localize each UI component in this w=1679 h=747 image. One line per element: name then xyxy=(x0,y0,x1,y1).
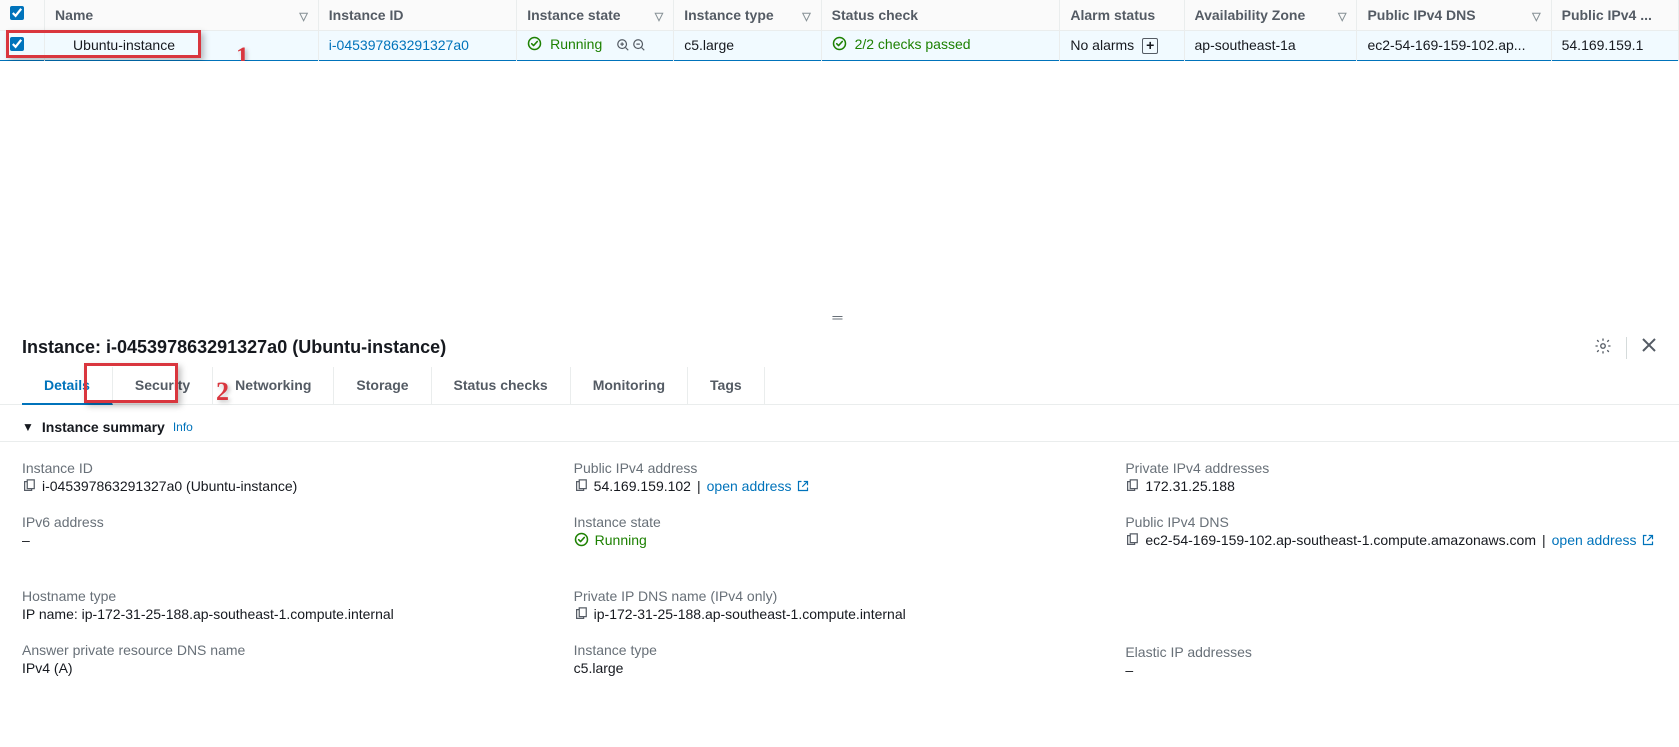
copy-icon[interactable] xyxy=(574,479,588,493)
label-ipv6: IPv6 address xyxy=(22,514,554,530)
filter-icon[interactable]: ▽ xyxy=(299,10,307,23)
divider xyxy=(1626,337,1627,359)
label-instance-type: Instance type xyxy=(574,642,1106,658)
caret-down-icon: ▼ xyxy=(22,420,34,434)
cell-az: ap-southeast-1a xyxy=(1184,30,1357,60)
col-status-check[interactable]: Status check xyxy=(821,0,1060,30)
filter-icon[interactable]: ▽ xyxy=(655,10,663,23)
cell-type: c5.large xyxy=(674,30,821,60)
cell-name: Ubuntu-instance xyxy=(45,30,319,60)
separator: | xyxy=(1542,532,1546,548)
filter-icon[interactable]: ▽ xyxy=(802,10,810,23)
tab-storage[interactable]: Storage xyxy=(334,367,431,404)
value-elastic-ip: – xyxy=(1125,662,1657,678)
zoom-out-icon[interactable] xyxy=(632,38,646,52)
tab-status-checks[interactable]: Status checks xyxy=(432,367,571,404)
tab-networking[interactable]: Networking xyxy=(213,367,334,404)
label-elastic-ip: Elastic IP addresses xyxy=(1125,644,1657,660)
state-actions[interactable] xyxy=(616,38,646,52)
open-address-link[interactable]: open address xyxy=(1552,532,1637,548)
panel-resize-handle[interactable]: ═ xyxy=(0,311,1679,323)
cell-state: Running xyxy=(517,30,674,60)
instances-table: Name▽ Instance ID Instance state▽ Instan… xyxy=(0,0,1679,61)
cell-instance-id[interactable]: i-045397863291327a0 xyxy=(318,30,516,60)
col-instance-id[interactable]: Instance ID xyxy=(318,0,516,30)
select-all-header[interactable] xyxy=(0,0,45,30)
value-instance-type: c5.large xyxy=(574,660,1106,676)
col-instance-type[interactable]: Instance type▽ xyxy=(674,0,821,30)
col-public-dns[interactable]: Public IPv4 DNS▽ xyxy=(1357,0,1551,30)
panel-header: Instance: i-045397863291327a0 (Ubuntu-in… xyxy=(0,323,1679,367)
label-hostname-type: Hostname type xyxy=(22,588,554,604)
value-private-ip: 172.31.25.188 xyxy=(1125,478,1657,494)
col-alarm-status[interactable]: Alarm status xyxy=(1060,0,1184,30)
table-empty-area xyxy=(0,61,1679,311)
copy-icon[interactable] xyxy=(574,607,588,621)
copy-icon[interactable] xyxy=(1125,479,1139,493)
section-title: Instance summary xyxy=(42,419,165,435)
tab-details[interactable]: Details xyxy=(22,367,113,405)
copy-icon[interactable] xyxy=(1125,533,1139,547)
external-link-icon xyxy=(1642,534,1654,546)
check-circle-icon xyxy=(832,36,847,54)
external-link-icon xyxy=(797,480,809,492)
col-availability-zone[interactable]: Availability Zone▽ xyxy=(1184,0,1357,30)
tab-tags[interactable]: Tags xyxy=(688,367,765,404)
instance-summary-grid: Instance ID i-045397863291327a0 (Ubuntu-… xyxy=(0,441,1679,698)
cell-status-check: 2/2 checks passed xyxy=(821,30,1060,60)
filter-icon[interactable]: ▽ xyxy=(1338,10,1346,23)
check-circle-icon xyxy=(527,36,542,54)
instance-summary-header[interactable]: ▼ Instance summary Info xyxy=(0,405,1679,441)
label-public-dns: Public IPv4 DNS xyxy=(1125,514,1657,530)
table-header-row: Name▽ Instance ID Instance state▽ Instan… xyxy=(0,0,1679,30)
add-alarm-icon[interactable]: + xyxy=(1142,38,1158,54)
copy-icon[interactable] xyxy=(22,479,36,493)
col-public-ip[interactable]: Public IPv4 ... xyxy=(1551,0,1678,30)
close-icon[interactable] xyxy=(1641,337,1657,359)
table-row[interactable]: Ubuntu-instance i-045397863291327a0 Runn… xyxy=(0,30,1679,60)
row-checkbox[interactable] xyxy=(10,37,24,51)
value-public-dns: ec2-54-169-159-102.ap-southeast-1.comput… xyxy=(1125,532,1657,548)
cell-alarm: No alarms+ xyxy=(1060,30,1184,60)
select-all-checkbox[interactable] xyxy=(10,6,24,20)
cell-public-ip: 54.169.159.1 xyxy=(1551,30,1678,60)
label-public-ip: Public IPv4 address xyxy=(574,460,1106,476)
panel-title: Instance: i-045397863291327a0 (Ubuntu-in… xyxy=(22,337,1594,358)
value-state: Running xyxy=(574,532,1106,548)
settings-icon[interactable] xyxy=(1594,337,1612,359)
info-link[interactable]: Info xyxy=(173,420,193,434)
zoom-in-icon[interactable] xyxy=(616,38,630,52)
value-private-dns: ip-172-31-25-188.ap-southeast-1.compute.… xyxy=(574,606,1106,622)
value-instance-id: i-045397863291327a0 (Ubuntu-instance) xyxy=(22,478,554,494)
value-public-ip: 54.169.159.102 | open address xyxy=(574,478,1106,494)
label-private-dns: Private IP DNS name (IPv4 only) xyxy=(574,588,1106,604)
label-answer-dns: Answer private resource DNS name xyxy=(22,642,554,658)
cell-public-dns: ec2-54-169-159-102.ap... xyxy=(1357,30,1551,60)
instances-table-container: Name▽ Instance ID Instance state▽ Instan… xyxy=(0,0,1679,61)
filter-icon[interactable]: ▽ xyxy=(1532,10,1540,23)
value-answer-dns: IPv4 (A) xyxy=(22,660,554,676)
open-address-link[interactable]: open address xyxy=(707,478,792,494)
tabs-bar: Details Security Networking Storage Stat… xyxy=(0,367,1679,405)
tab-monitoring[interactable]: Monitoring xyxy=(571,367,688,404)
col-name[interactable]: Name▽ xyxy=(45,0,319,30)
value-ipv6: – xyxy=(22,532,554,548)
tab-security[interactable]: Security xyxy=(113,367,213,404)
value-hostname-type: IP name: ip-172-31-25-188.ap-southeast-1… xyxy=(22,606,554,622)
col-instance-state[interactable]: Instance state▽ xyxy=(517,0,674,30)
separator: | xyxy=(697,478,701,494)
label-instance-id: Instance ID xyxy=(22,460,554,476)
check-circle-icon xyxy=(574,532,589,547)
label-state: Instance state xyxy=(574,514,1106,530)
instance-id-link[interactable]: i-045397863291327a0 xyxy=(329,37,469,53)
label-private-ip: Private IPv4 addresses xyxy=(1125,460,1657,476)
